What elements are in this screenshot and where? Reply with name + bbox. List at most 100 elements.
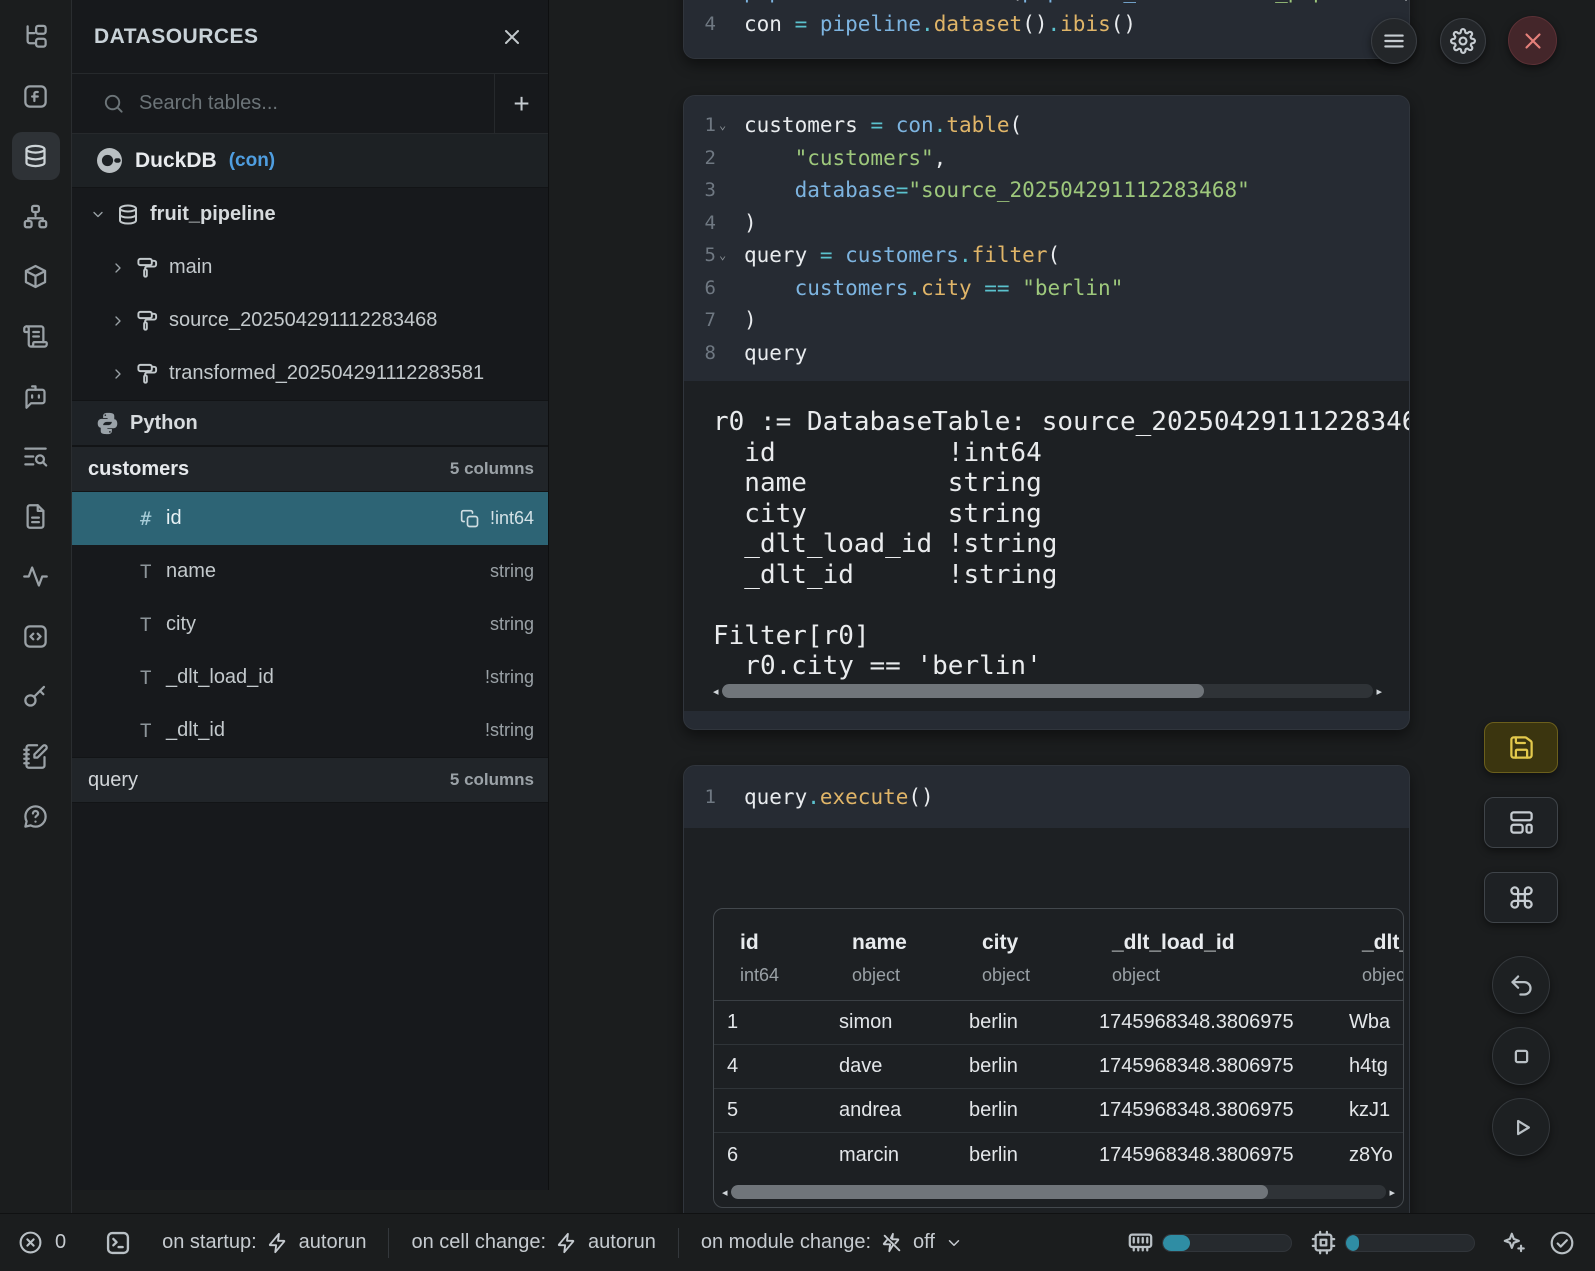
column-type: string <box>490 561 534 582</box>
close-panel-icon[interactable] <box>500 25 524 49</box>
table-row[interactable]: 1simonberlin1745968348.3806975Wba <box>714 1001 1403 1045</box>
scroll-right-icon[interactable]: ▸ <box>1376 685 1382 698</box>
code-line[interactable]: 2 "customers", <box>684 142 1409 175</box>
code-text: "customers", <box>744 146 946 170</box>
save-button[interactable] <box>1484 722 1558 773</box>
code-line[interactable]: 1⌄customers = con.table( <box>684 109 1409 142</box>
table-cell: 5 <box>714 1089 826 1132</box>
fold-chevron-icon[interactable]: ⌄ <box>716 118 734 132</box>
scroll-left-icon[interactable]: ◂ <box>713 685 719 698</box>
fold-chevron-icon[interactable]: ⌄ <box>716 248 734 262</box>
code-line[interactable]: 3 database="source_202504291112283468" <box>684 174 1409 207</box>
table-horizontal-scrollbar[interactable]: ◂ ▸ <box>722 1184 1395 1200</box>
connection-duckdb[interactable]: DuckDB (con) <box>72 134 548 188</box>
logs-search-icon[interactable] <box>12 432 60 480</box>
snippets-code-icon[interactable] <box>12 612 60 660</box>
connection-alias: (con) <box>229 150 275 172</box>
tree-item-schema[interactable]: source_202504291112283468 <box>72 294 548 347</box>
code-text: query = customers.filter( <box>744 243 1060 267</box>
line-number: 3 <box>684 179 716 201</box>
ibis-repr-output: r0 := DatabaseTable: source_202504291112… <box>684 381 1409 682</box>
result-column-header[interactable]: nameobject <box>839 931 969 986</box>
column-row-name[interactable]: Tnamestring <box>72 545 548 598</box>
copy-icon[interactable] <box>460 509 480 529</box>
command-palette-button[interactable] <box>1484 872 1558 923</box>
column-row-_dlt_load_id[interactable]: T_dlt_load_id!string <box>72 651 548 704</box>
table-header-customers[interactable]: customers5 columns <box>72 446 548 492</box>
table-cell: 1 <box>714 1001 826 1044</box>
result-column-header[interactable]: _dlt_load_idobject <box>1099 931 1349 986</box>
notebook-menu-button[interactable] <box>1371 18 1417 64</box>
settings-button[interactable] <box>1440 18 1486 64</box>
layout-toggle-button[interactable] <box>1484 797 1558 848</box>
cell-query[interactable]: 1⌄customers = con.table(2 "customers",3 … <box>683 95 1410 730</box>
packages-box-icon[interactable] <box>12 252 60 300</box>
function-square-icon[interactable] <box>12 72 60 120</box>
result-column-header[interactable]: idint64 <box>727 931 839 986</box>
code-line[interactable]: 4) <box>684 207 1409 240</box>
memory-usage-gauge[interactable] <box>1162 1234 1292 1252</box>
notebook-pen-icon[interactable] <box>12 732 60 780</box>
datasources-header: DATASOURCES <box>72 0 548 74</box>
statusbar-setting-on-cell-change[interactable]: on cell change:autorun <box>411 1231 655 1254</box>
result-column-header[interactable]: _dlt_idobject <box>1349 931 1403 986</box>
column-row-id[interactable]: #id!int64 <box>72 492 548 545</box>
documentation-file-icon[interactable] <box>12 492 60 540</box>
file-tree-icon[interactable] <box>12 12 60 60</box>
statusbar-setting-on-startup[interactable]: on startup:autorun <box>162 1231 366 1254</box>
datasources-database-icon[interactable] <box>12 132 60 180</box>
stop-button[interactable] <box>1492 1027 1550 1085</box>
tree-item-database[interactable]: fruit_pipeline <box>72 188 548 241</box>
scroll-right-icon[interactable]: ▸ <box>1389 1186 1395 1199</box>
memory-icon <box>1127 1229 1154 1256</box>
table-cell: 1745968348.3806975 <box>1086 1089 1336 1132</box>
chat-bot-icon[interactable] <box>12 372 60 420</box>
secrets-key-icon[interactable] <box>12 672 60 720</box>
errors-icon[interactable] <box>18 1230 43 1255</box>
shutdown-button[interactable] <box>1508 16 1557 65</box>
ai-sparkles-icon[interactable] <box>1501 1230 1527 1256</box>
result-column-header[interactable]: cityobject <box>969 931 1099 986</box>
scratchpad-scroll-icon[interactable] <box>12 312 60 360</box>
undo-button[interactable] <box>1492 956 1550 1014</box>
table-cell: marcin <box>826 1133 956 1177</box>
scroll-left-icon[interactable]: ◂ <box>722 1186 728 1199</box>
tree-item-schema[interactable]: main <box>72 241 548 294</box>
table-name: query <box>88 769 138 792</box>
add-datasource-button[interactable]: + <box>494 74 548 133</box>
cell-pipeline[interactable]: 3pipeline = dlt.attach(pipeline_name="fr… <box>683 0 1410 59</box>
code-text: query.execute() <box>744 785 934 809</box>
tracing-activity-icon[interactable] <box>12 552 60 600</box>
table-header-query[interactable]: query5 columns <box>72 757 548 803</box>
setting-label: on startup: <box>162 1231 257 1254</box>
dependency-graph-icon[interactable] <box>12 192 60 240</box>
section-python[interactable]: Python <box>72 400 548 446</box>
statusbar-setting-on-module-change[interactable]: on module change:off <box>701 1231 963 1254</box>
code-line[interactable]: 5⌄query = customers.filter( <box>684 239 1409 272</box>
table-row[interactable]: 4daveberlin1745968348.3806975h4tg <box>714 1045 1403 1089</box>
column-row-city[interactable]: Tcitystring <box>72 598 548 651</box>
table-cell: kzJ1 <box>1336 1089 1403 1132</box>
cpu-usage-gauge[interactable] <box>1345 1234 1475 1252</box>
code-line[interactable]: 4con = pipeline.dataset().ibis() <box>684 8 1409 41</box>
column-row-_dlt_id[interactable]: T_dlt_id!string <box>72 704 548 757</box>
run-button[interactable] <box>1492 1098 1550 1156</box>
table-row[interactable]: 6marcinberlin1745968348.3806975z8Yo <box>714 1133 1403 1177</box>
code-line[interactable]: 8query <box>684 337 1409 370</box>
tree-item-schema[interactable]: transformed_202504291112283581 <box>72 347 548 400</box>
code-text: customers.city == "berlin" <box>744 276 1123 300</box>
column-header-dtype: object <box>1362 965 1403 986</box>
table-cell: Wba <box>1336 1001 1403 1044</box>
code-line[interactable]: 7) <box>684 304 1409 337</box>
table-row[interactable]: 5andreaberlin1745968348.3806975kzJ1 <box>714 1089 1403 1133</box>
search-input[interactable] <box>139 92 439 115</box>
table-cell: 6 <box>714 1133 826 1177</box>
code-line[interactable]: 1query.execute() <box>684 781 1409 814</box>
cell-execute[interactable]: 1query.execute() idint64nameobjectcityob… <box>683 765 1410 1240</box>
terminal-icon[interactable] <box>104 1229 132 1257</box>
help-icon[interactable] <box>12 792 60 840</box>
connected-check-icon[interactable] <box>1549 1230 1575 1256</box>
horizontal-scrollbar[interactable]: ◂ ▸ <box>713 683 1382 699</box>
code-line[interactable]: 6 customers.city == "berlin" <box>684 272 1409 305</box>
code-line[interactable]: 3pipeline = dlt.attach(pipeline_name="fr… <box>684 0 1409 8</box>
